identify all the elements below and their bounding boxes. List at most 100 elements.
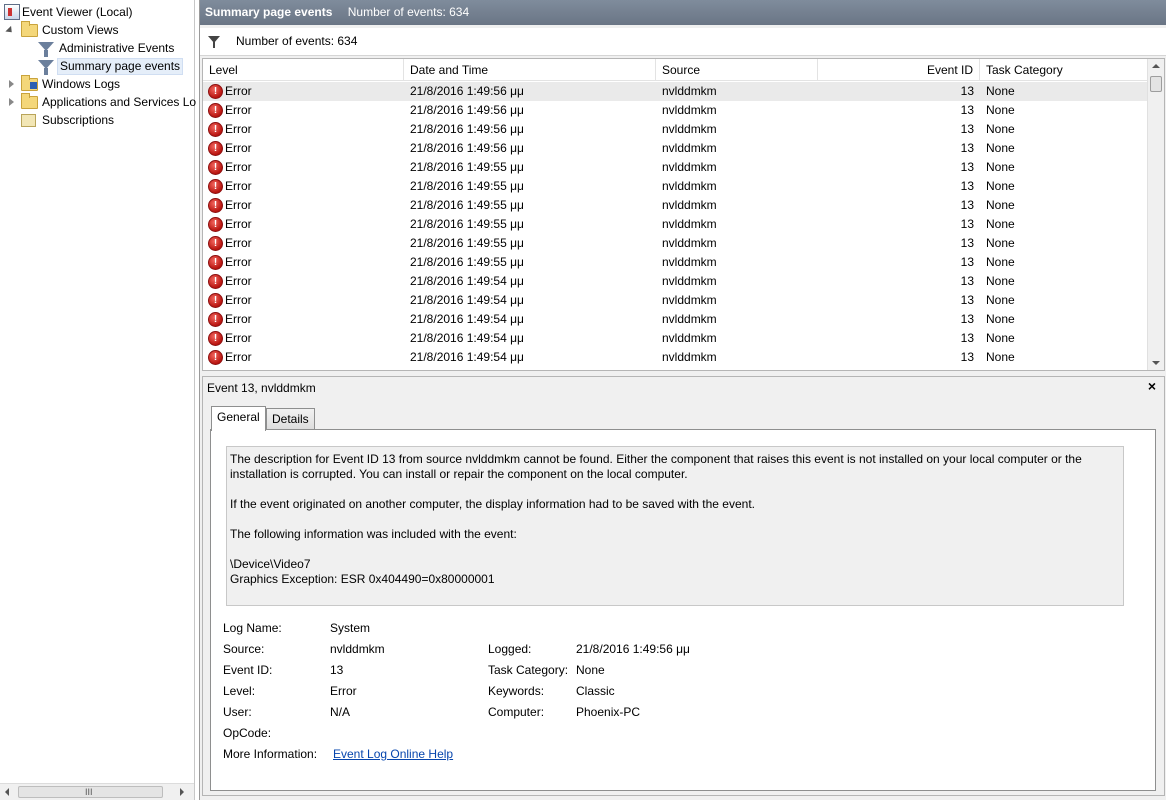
close-icon[interactable]: × [1148, 378, 1156, 394]
log-name-label: Log Name: [223, 621, 282, 635]
cell-event-id: 13 [960, 103, 974, 117]
cell-level: ! Error [203, 101, 404, 120]
cell-task: None [986, 160, 1015, 174]
windows-logs-folder-icon [21, 75, 38, 91]
cell-level: ! Error [203, 158, 404, 177]
expand-arrow-icon[interactable] [5, 25, 15, 36]
tab-details[interactable]: Details [266, 408, 315, 430]
folder-icon [21, 21, 38, 37]
source-value: nvlddmkm [330, 642, 385, 656]
cell-datetime: 21/8/2016 1:49:56 μμ [410, 122, 524, 136]
cell-task: None [986, 331, 1015, 345]
scrollbar-thumb[interactable]: III [18, 786, 163, 798]
cell-event-id: 13 [960, 236, 974, 250]
scroll-up-icon[interactable] [1152, 64, 1160, 68]
tree-item-applications-services-logs[interactable]: Applications and Services Lo [4, 93, 198, 111]
tree-item-summary-page-events[interactable]: Summary page events [38, 57, 184, 75]
table-body: ! Error 21/8/2016 1:49:56 μμ nvlddmkm 13 None… [203, 82, 1148, 370]
tree-item-label: Custom Views [42, 23, 119, 37]
error-icon: ! [208, 217, 223, 232]
logged-value: 21/8/2016 1:49:56 μμ [576, 642, 690, 656]
cell-source: nvlddmkm [662, 331, 717, 345]
cell-source: nvlddmkm [662, 198, 717, 212]
horizontal-scrollbar[interactable]: III [0, 783, 194, 800]
table-row[interactable]: ! Error 21/8/2016 1:49:56 μμ nvlddmkm 13 None [203, 120, 1148, 139]
table-row[interactable]: ! Error 21/8/2016 1:49:55 μμ nvlddmkm 13 None [203, 177, 1148, 196]
column-header-level[interactable]: Level [203, 59, 404, 81]
cell-source: nvlddmkm [662, 103, 717, 117]
cell-level: ! Error [203, 82, 404, 101]
table-row[interactable]: ! Error 21/8/2016 1:49:54 μμ nvlddmkm 13 None [203, 329, 1148, 348]
filter-icon [38, 42, 54, 57]
task-category-label: Task Category: [488, 663, 569, 677]
keywords-value: Classic [576, 684, 615, 698]
tree-item-windows-logs[interactable]: Windows Logs [4, 75, 122, 93]
table-row[interactable]: ! Error 21/8/2016 1:49:54 μμ nvlddmkm 13 None [203, 348, 1148, 367]
table-row[interactable]: ! Error 21/8/2016 1:49:55 μμ nvlddmkm 13 None [203, 196, 1148, 215]
event-description[interactable]: The description for Event ID 13 from sou… [226, 446, 1124, 606]
scroll-right-icon[interactable] [180, 788, 184, 796]
vertical-scrollbar[interactable] [1147, 59, 1164, 370]
table-row[interactable]: ! Error 21/8/2016 1:49:55 μμ nvlddmkm 13 None [203, 234, 1148, 253]
cell-task: None [986, 255, 1015, 269]
level-text: Error [225, 141, 252, 155]
cell-datetime: 21/8/2016 1:49:56 μμ [410, 84, 524, 98]
event-log-online-help-link[interactable]: Event Log Online Help [333, 747, 453, 762]
cell-event-id: 13 [960, 160, 974, 174]
expand-arrow-icon[interactable] [9, 80, 14, 88]
cell-datetime: 21/8/2016 1:49:54 μμ [410, 274, 524, 288]
tree-item-custom-views[interactable]: Custom Views [4, 21, 120, 39]
subscriptions-icon [21, 114, 36, 127]
cell-task: None [986, 217, 1015, 231]
level-text: Error [225, 122, 252, 136]
cell-datetime: 21/8/2016 1:49:55 μμ [410, 255, 524, 269]
table-row[interactable]: ! Error 21/8/2016 1:49:55 μμ nvlddmkm 13 None [203, 158, 1148, 177]
column-header-source[interactable]: Source [656, 59, 818, 81]
scroll-down-icon[interactable] [1152, 361, 1160, 365]
level-text: Error [225, 350, 252, 364]
table-row[interactable]: ! Error 21/8/2016 1:49:56 μμ nvlddmkm 13 None [203, 82, 1148, 101]
cell-datetime: 21/8/2016 1:49:55 μμ [410, 217, 524, 231]
cell-level: ! Error [203, 348, 404, 367]
error-icon: ! [208, 198, 223, 213]
main-pane: Summary page events Number of events: 63… [199, 0, 1166, 800]
cell-task: None [986, 350, 1015, 364]
table-row[interactable]: ! Error 21/8/2016 1:49:54 μμ nvlddmkm 13 None [203, 291, 1148, 310]
description-paragraph: The description for Event ID 13 from sou… [230, 452, 1082, 481]
cell-event-id: 13 [960, 84, 974, 98]
tree-item-event-viewer[interactable]: Event Viewer (Local) [4, 3, 135, 21]
column-header-date-time[interactable]: Date and Time [404, 59, 656, 81]
scroll-grip-icon: III [85, 787, 93, 797]
cell-level: ! Error [203, 196, 404, 215]
scrollbar-thumb[interactable] [1150, 76, 1162, 92]
source-label: Source: [223, 642, 265, 656]
table-row[interactable]: ! Error 21/8/2016 1:49:54 μμ nvlddmkm 13 None [203, 272, 1148, 291]
tab-general[interactable]: General [211, 406, 266, 431]
cell-level: ! Error [203, 291, 404, 310]
expand-arrow-icon[interactable] [9, 98, 14, 106]
column-header-task-category[interactable]: Task Category [980, 59, 1148, 81]
cell-datetime: 21/8/2016 1:49:56 μμ [410, 103, 524, 117]
cell-task: None [986, 122, 1015, 136]
user-value: N/A [330, 705, 351, 719]
cell-event-id: 13 [960, 293, 974, 307]
cell-source: nvlddmkm [662, 122, 717, 136]
cell-task: None [986, 198, 1015, 212]
error-icon: ! [208, 141, 223, 156]
tree-item-subscriptions[interactable]: Subscriptions [4, 111, 116, 129]
tree-item-administrative-events[interactable]: Administrative Events [38, 39, 176, 57]
level-text: Error [225, 160, 252, 174]
cell-task: None [986, 84, 1015, 98]
cell-source: nvlddmkm [662, 255, 717, 269]
events-table: Level Date and Time Source Event ID Task… [202, 58, 1165, 371]
filter-event-count: Number of events: 634 [236, 34, 358, 48]
log-name-value: System [330, 621, 371, 635]
pane-title: Summary page events [205, 5, 333, 19]
table-row[interactable]: ! Error 21/8/2016 1:49:56 μμ nvlddmkm 13 None [203, 139, 1148, 158]
scroll-left-icon[interactable] [5, 788, 9, 796]
table-row[interactable]: ! Error 21/8/2016 1:49:55 μμ nvlddmkm 13 None [203, 215, 1148, 234]
table-row[interactable]: ! Error 21/8/2016 1:49:56 μμ nvlddmkm 13 None [203, 101, 1148, 120]
table-row[interactable]: ! Error 21/8/2016 1:49:55 μμ nvlddmkm 13 None [203, 253, 1148, 272]
table-row[interactable]: ! Error 21/8/2016 1:49:54 μμ nvlddmkm 13 None [203, 310, 1148, 329]
column-header-event-id[interactable]: Event ID [818, 59, 980, 81]
